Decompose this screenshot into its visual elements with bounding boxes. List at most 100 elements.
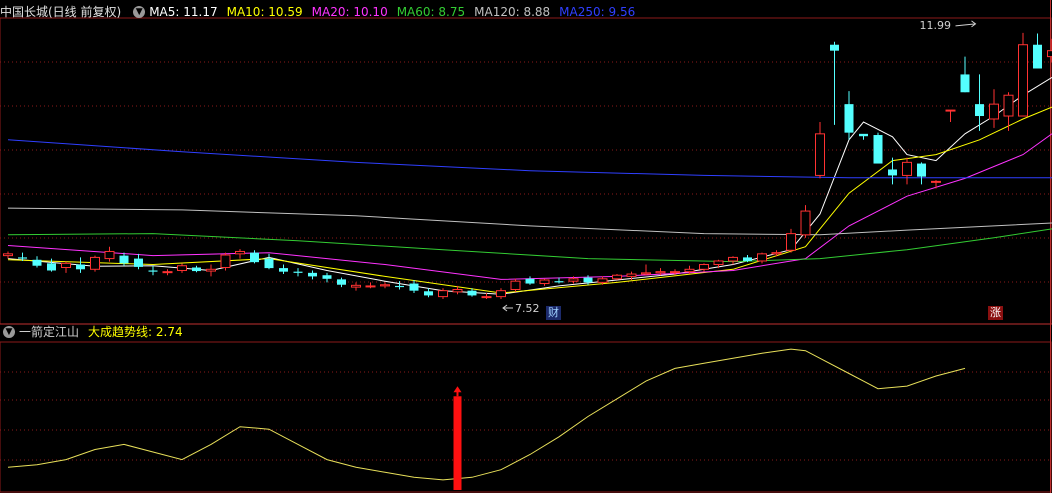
candle-body-up: [713, 260, 724, 266]
candle-body-down: [279, 268, 288, 272]
candle-body-up: [3, 253, 13, 257]
indicator-header: ▼ 一箭定江山 大成趋势线: 2.74: [0, 323, 192, 341]
candle-body-down: [975, 104, 984, 117]
candle-body-up: [1003, 94, 1014, 117]
ma-line-ma10: [7, 106, 1052, 294]
candle-body-up: [699, 264, 709, 270]
candle-body-down: [844, 104, 854, 133]
candle-body-up: [684, 268, 695, 273]
candle-body-down: [830, 44, 839, 51]
candle-body-up: [931, 180, 941, 183]
ma-line-ma60: [7, 228, 1052, 263]
candle-body-up: [641, 272, 651, 275]
low-price-label: 7.52: [515, 302, 540, 315]
candle-body-up: [728, 256, 738, 262]
candle-body-up: [438, 290, 448, 298]
candle-body-up: [90, 256, 100, 270]
stock-chart[interactable]: 11.99 7.52: [0, 0, 1052, 493]
limit-up-tag[interactable]: 涨: [988, 306, 1003, 320]
high-arrow: [955, 20, 977, 28]
ma250-label: MA250: 9.56: [559, 5, 636, 19]
candle-body-up: [206, 268, 216, 272]
candle-body-down: [888, 169, 897, 176]
candle-body-down: [322, 275, 332, 279]
candle-body-up: [626, 273, 637, 277]
candle-body-down: [859, 133, 868, 137]
candle-body-down: [264, 258, 274, 269]
high-price-label: 11.99: [920, 19, 952, 32]
stock-title: 中国长城(日线 前复权): [0, 5, 122, 19]
candle-body-down: [250, 252, 259, 263]
candle-body-up: [815, 133, 825, 176]
candle-body-down: [554, 281, 564, 283]
ma5-label: MA5: 11.17: [149, 5, 218, 19]
candle-body-up: [235, 250, 245, 255]
signal-bar: [453, 396, 462, 490]
candle-body-up: [945, 109, 956, 112]
candle-body-down: [1033, 44, 1042, 69]
candle-body-up: [1018, 44, 1028, 117]
candle-body-up: [162, 271, 173, 274]
candle-body-down: [148, 270, 158, 272]
candle-body-down: [337, 279, 346, 285]
candle-body-up: [612, 274, 622, 280]
candle-body-down: [409, 283, 419, 291]
candle-body-down: [47, 263, 56, 271]
trend-line-label: 大成趋势线: 2.74: [88, 325, 183, 339]
sub-panel-frame: [0, 341, 1052, 493]
low-arrow: [502, 304, 513, 312]
candle-body-up: [800, 210, 811, 236]
candle-body-down: [917, 163, 926, 177]
candle-body-up: [104, 250, 115, 260]
indicator-name: 一箭定江山: [19, 325, 80, 339]
ma-line-ma20: [7, 133, 1052, 280]
candle-body-up: [510, 280, 521, 290]
candle-body-up: [597, 278, 608, 283]
candle-body-up: [61, 262, 71, 269]
candle-body-up: [351, 284, 361, 288]
ma20-label: MA20: 10.10: [311, 5, 388, 19]
candle-body-down: [960, 74, 970, 93]
ma60-label: MA60: 8.75: [396, 5, 466, 19]
candle-body-up: [380, 284, 390, 287]
candle-body-down: [743, 257, 752, 261]
candle-body-up: [670, 271, 680, 274]
candle-body-down: [395, 285, 404, 288]
candle-body-down: [873, 135, 883, 164]
candle-body-down: [467, 290, 477, 296]
candle-body-up: [220, 254, 231, 269]
chevron-down-icon[interactable]: ▼: [133, 5, 146, 18]
candle-body-up: [655, 271, 666, 274]
candle-body-down: [308, 272, 317, 277]
candle-body-down: [32, 259, 42, 266]
candle-body-up: [365, 285, 376, 288]
finance-tag[interactable]: 财: [546, 306, 561, 320]
candle-body-up: [786, 233, 796, 251]
ma10-label: MA10: 10.59: [226, 5, 303, 19]
candle-body-up: [452, 288, 463, 293]
candle-body-up: [481, 296, 492, 299]
candle-body-up: [496, 290, 506, 298]
candle-body-up: [902, 161, 912, 176]
candle-body-up: [1047, 50, 1052, 58]
candle-body-up: [989, 103, 999, 120]
candle-body-up: [539, 279, 550, 285]
candle-body-down: [525, 278, 535, 284]
candle-body-down: [583, 277, 593, 283]
ma-line-ma120: [7, 207, 1052, 236]
candle-body-down: [293, 271, 303, 273]
candle-body-down: [18, 257, 27, 259]
ma120-label: MA120: 8.88: [474, 5, 551, 19]
candle-body-down: [119, 255, 129, 264]
candle-body-up: [177, 265, 187, 271]
candle-body-up: [757, 253, 767, 262]
signal-arrow-stem: [456, 391, 459, 397]
main-chart-header: 中国长城(日线 前复权) ▼ MA5: 11.17 MA10: 10.59 MA20: …: [0, 3, 644, 21]
candle-body-down: [76, 264, 85, 270]
candle-body-up: [771, 252, 782, 255]
chevron-down-icon[interactable]: ▼: [3, 325, 15, 338]
ma-line-ma5: [7, 76, 1052, 295]
trend-line: [7, 348, 966, 481]
candle-body-up: [568, 278, 579, 282]
candle-body-down: [424, 291, 433, 296]
